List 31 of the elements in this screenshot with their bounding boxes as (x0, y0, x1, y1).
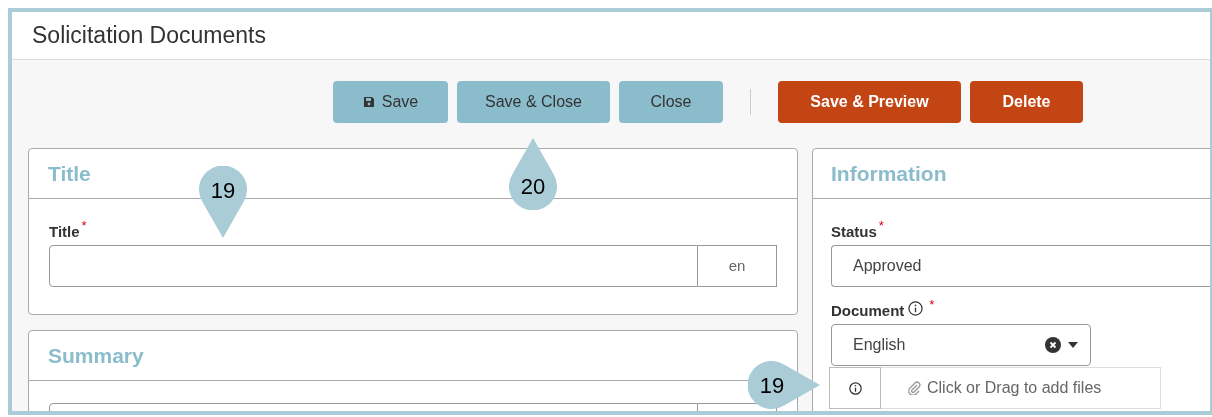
info-icon[interactable] (908, 301, 924, 316)
page-title: Solicitation Documents (32, 21, 266, 51)
required-mark: * (878, 217, 884, 235)
file-drop-zone[interactable]: Click or Drag to add files (881, 367, 1161, 409)
clear-icon[interactable] (1045, 337, 1061, 353)
save-icon (362, 96, 375, 108)
info-icon (848, 381, 862, 395)
toolbar-button[interactable]: Save (333, 81, 448, 123)
panel-heading: Title (48, 160, 91, 187)
required-mark: * (929, 296, 935, 314)
title-input[interactable] (49, 245, 698, 287)
field-label: Status (831, 222, 877, 242)
panel-heading: Information (831, 160, 947, 187)
callout-marker: 19 (748, 361, 820, 409)
toolbar-button[interactable]: Delete (970, 81, 1083, 123)
status-select[interactable]: Approved (831, 245, 1210, 287)
info-button[interactable] (829, 367, 881, 409)
callout-marker: 20 (509, 138, 557, 210)
paperclip-icon (907, 381, 921, 395)
toolbar-button[interactable]: Close (619, 81, 723, 123)
toolbar-button[interactable]: Save & Preview (778, 81, 961, 123)
language-addon: en (698, 245, 777, 287)
panel-heading: Summary (48, 342, 144, 369)
select-value: English (853, 335, 907, 355)
caret-icon[interactable] (1068, 342, 1078, 348)
document-select[interactable]: English (831, 324, 1091, 366)
field-label: Document (831, 301, 905, 321)
callout-marker: 19 (199, 166, 247, 238)
required-mark: * (81, 217, 87, 235)
field-label: Title (49, 222, 80, 242)
toolbar-button[interactable]: Save & Close (457, 81, 610, 123)
